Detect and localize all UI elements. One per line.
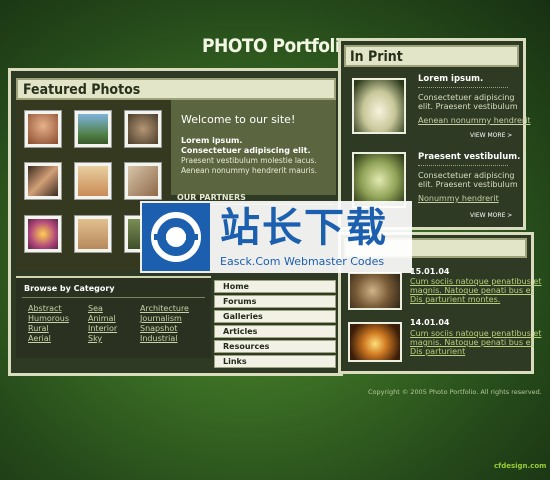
menu-item-galleries[interactable]: Galleries	[214, 310, 336, 323]
category-link[interactable]: Animal	[88, 314, 116, 323]
thumbnail[interactable]	[24, 162, 62, 200]
news-date: 15.01.04	[410, 267, 450, 276]
print-text: elit. Praesent vestibulum	[418, 102, 518, 111]
menu-item-resources[interactable]: Resources	[214, 340, 336, 353]
browse-title: Browse by Category	[24, 284, 115, 293]
print-photo[interactable]	[352, 152, 406, 208]
view-more-link[interactable]: VIEW MORE >	[470, 212, 512, 219]
news-link[interactable]: Dis parturient	[410, 347, 465, 356]
print-divider	[418, 87, 508, 88]
menu-item-home[interactable]: Home	[214, 280, 336, 293]
menu-item-articles[interactable]: Articles	[214, 325, 336, 338]
watermark: 站长下载 Easck.Com Webmaster Codes	[140, 201, 412, 273]
print-text: Consectetuer adipiscing	[418, 93, 515, 102]
category-link[interactable]: Architecture	[140, 304, 189, 313]
news-photo[interactable]	[348, 322, 402, 362]
news-link[interactable]: magnis. Natoque penati bus et	[410, 286, 534, 295]
welcome-lead-1: Lorem ipsum.	[181, 136, 243, 145]
in-print-title: In Print	[350, 49, 403, 65]
category-link[interactable]: Sea	[88, 304, 103, 313]
browse-divider	[22, 297, 205, 298]
corner-logo: cfdesign.com	[494, 462, 547, 470]
menu-item-forums[interactable]: Forums	[214, 295, 336, 308]
category-link[interactable]: Humorous	[28, 314, 69, 323]
featured-title: Featured Photos	[23, 82, 141, 98]
thumbnail[interactable]	[74, 162, 112, 200]
thumbnail[interactable]	[24, 215, 62, 253]
in-print-header: In Print	[344, 45, 519, 67]
print-text: elit. Praesent vestibulum	[418, 180, 518, 189]
watermark-en: Easck.Com Webmaster Codes	[220, 255, 385, 268]
print-link[interactable]: Nonummy hendrerit	[418, 194, 499, 203]
print-text: Consectetuer adipiscing	[418, 171, 515, 180]
category-link[interactable]: Industrial	[140, 334, 178, 343]
menu-item-links[interactable]: Links	[214, 355, 336, 368]
welcome-lead-2: Consectetuer adipiscing elit.	[181, 146, 311, 155]
category-link[interactable]: Sky	[88, 334, 102, 343]
copyright: Copyright © 2005 Photo Portfolio. All ri…	[368, 388, 542, 396]
news-link[interactable]: Cum sociis natoque penatibus et	[410, 329, 541, 338]
print-divider	[418, 165, 508, 166]
thumbnail[interactable]	[24, 110, 62, 148]
thumbnail[interactable]	[124, 162, 162, 200]
category-link[interactable]: Rural	[28, 324, 49, 333]
welcome-body-1: Praesent vestibulum molestie lacus.	[181, 156, 317, 165]
news-date: 14.01.04	[410, 318, 450, 327]
category-link[interactable]: Abstract	[28, 304, 62, 313]
thumbnail[interactable]	[74, 110, 112, 148]
news-link[interactable]: Cum sociis natoque penatibus et	[410, 277, 541, 286]
news-link[interactable]: Dis parturient montes.	[410, 295, 500, 304]
category-link[interactable]: Interior	[88, 324, 117, 333]
thumbnail[interactable]	[124, 110, 162, 148]
welcome-body-2: Aenean nonummy hendrerit mauris.	[181, 166, 318, 175]
thumbnail[interactable]	[74, 215, 112, 253]
category-link[interactable]: Snapshot	[140, 324, 177, 333]
print-link[interactable]: Aenean nonummy hendrerit	[418, 116, 531, 125]
news-link[interactable]: magnis. Natoque penati bus et	[410, 338, 534, 347]
welcome-title: Welcome to our site!	[181, 113, 296, 126]
category-link[interactable]: Aerial	[28, 334, 51, 343]
category-link[interactable]: Journalism	[140, 314, 182, 323]
featured-header: Featured Photos	[16, 78, 336, 100]
watermark-logo-icon	[142, 203, 210, 271]
view-more-link[interactable]: VIEW MORE >	[470, 132, 512, 139]
site-title: PHOTO Portfolio	[202, 35, 352, 57]
news-photo[interactable]	[348, 272, 402, 310]
nav-menu: Home Forums Galleries Articles Resources…	[214, 280, 336, 372]
print-photo[interactable]	[352, 78, 406, 134]
print-heading: Lorem ipsum.	[418, 74, 484, 84]
watermark-cn: 站长下载	[220, 205, 388, 251]
print-heading: Praesent vestibulum.	[418, 152, 521, 162]
